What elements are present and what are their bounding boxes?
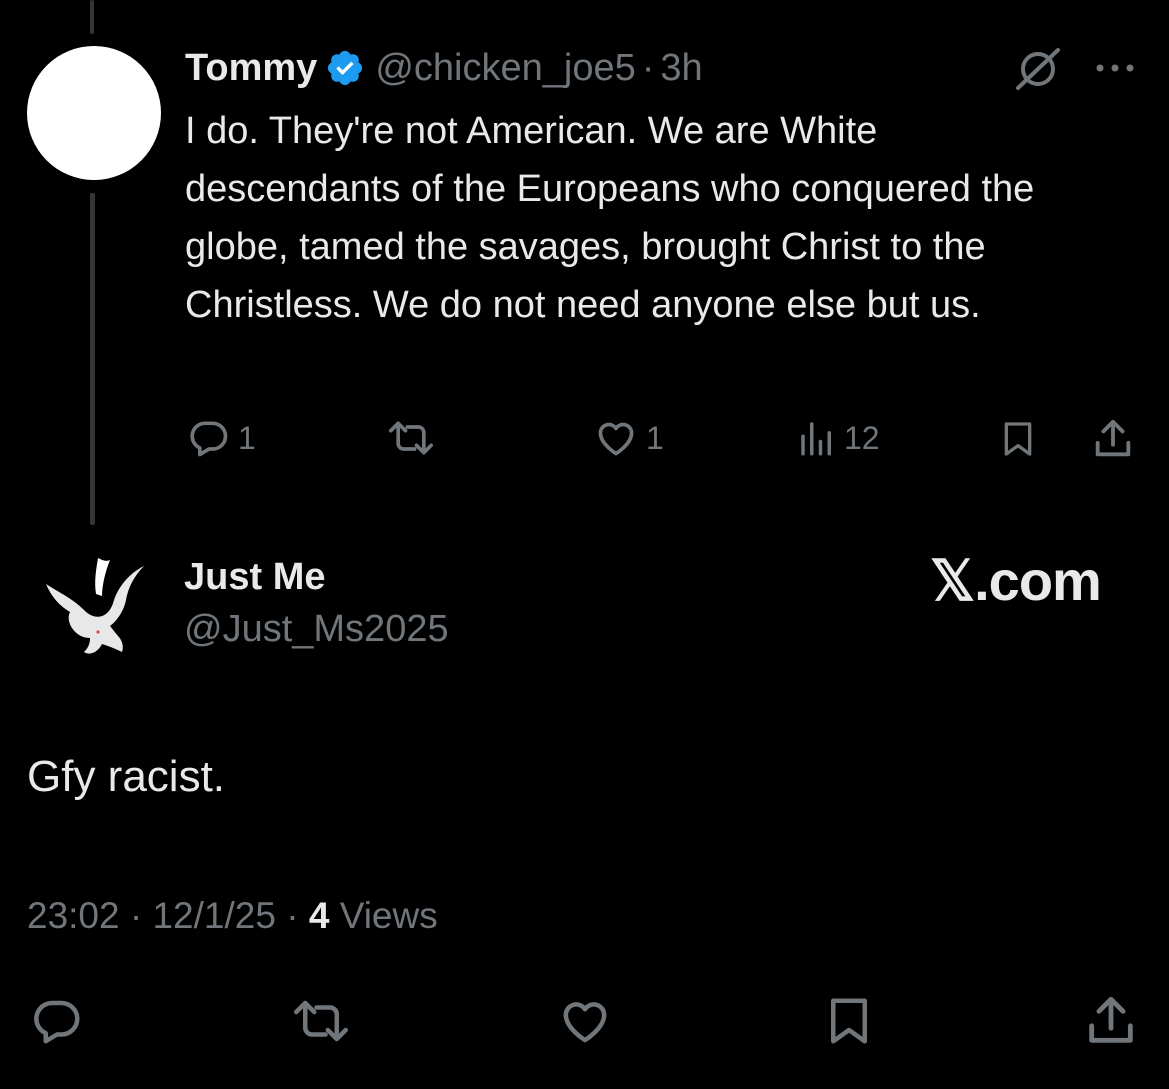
like-button[interactable] — [556, 994, 614, 1048]
like-count: 1 — [646, 419, 664, 456]
dove-avatar[interactable] — [38, 556, 150, 660]
thread-line — [90, 193, 95, 525]
tweet-meta: 23:02 · 12/1/25 · 4 Views — [27, 895, 438, 937]
share-button[interactable] — [1090, 416, 1136, 462]
share-icon — [1095, 419, 1131, 457]
watermark: 𝕏.com — [930, 549, 1102, 612]
like-button[interactable]: 1 — [592, 416, 664, 460]
tweet-text: Gfy racist. — [27, 752, 226, 801]
avatar[interactable] — [27, 46, 161, 180]
separator: · — [129, 895, 143, 936]
views-count: 12 — [844, 419, 880, 456]
views-icon — [801, 422, 831, 456]
retweet-icon — [294, 1000, 348, 1042]
more-icon[interactable] — [1094, 60, 1136, 76]
display-name[interactable]: Just Me — [184, 556, 325, 599]
verified-icon — [328, 50, 363, 86]
timestamp[interactable]: 3h — [660, 47, 702, 90]
separator: · — [641, 46, 655, 89]
retweet-icon — [389, 421, 433, 455]
reply-icon — [190, 421, 228, 457]
thread-line — [90, 0, 94, 34]
tweet-text: I do. They're not American. We are White… — [185, 110, 1035, 326]
separator: · — [286, 895, 299, 936]
timestamp[interactable]: 23:02 — [27, 895, 120, 936]
views-count: 4 — [308, 895, 330, 936]
reply-count: 1 — [238, 419, 256, 456]
share-icon — [1089, 996, 1133, 1043]
tweet-header: Tommy @chicken_joe5 · 3h — [185, 40, 703, 96]
bookmark-icon — [831, 998, 867, 1044]
date[interactable]: 12/1/25 — [152, 895, 275, 936]
bookmark-icon — [1004, 422, 1032, 456]
reply-button[interactable] — [28, 994, 86, 1048]
bookmark-button[interactable] — [822, 992, 876, 1050]
like-icon — [598, 422, 634, 456]
handle[interactable]: @chicken_joe5 — [375, 47, 635, 90]
like-icon — [563, 1002, 607, 1043]
grok-icon[interactable] — [1012, 46, 1064, 92]
retweet-button[interactable] — [288, 994, 354, 1048]
views-button[interactable]: 12 — [796, 416, 880, 460]
share-button[interactable] — [1082, 992, 1140, 1050]
bookmark-button[interactable] — [998, 416, 1038, 462]
reply-icon — [34, 1000, 80, 1044]
retweet-button[interactable] — [384, 416, 438, 460]
reply-button[interactable]: 1 — [186, 416, 256, 460]
views-label[interactable]: Views — [340, 895, 438, 936]
display-name[interactable]: Tommy — [185, 47, 317, 90]
handle[interactable]: @Just_Ms2025 — [184, 608, 449, 651]
